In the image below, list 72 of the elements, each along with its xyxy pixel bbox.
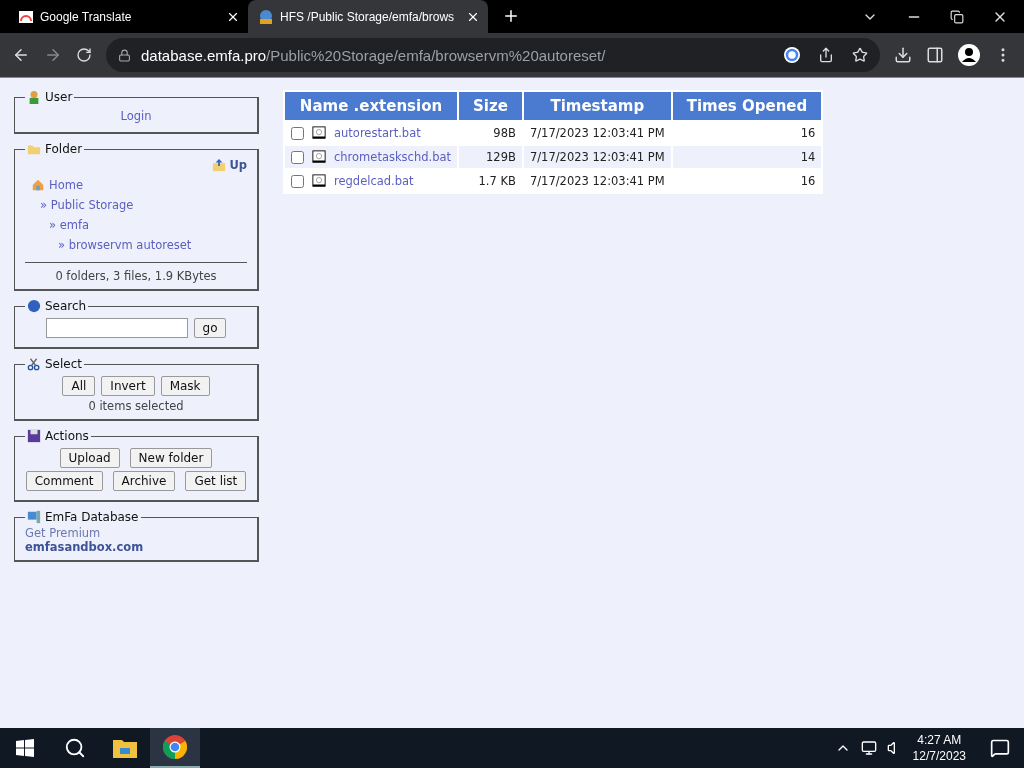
search-field[interactable] bbox=[45, 318, 188, 338]
panel-title: Search bbox=[45, 299, 87, 313]
person-icon bbox=[27, 90, 41, 104]
action-button[interactable]: Comment bbox=[25, 471, 103, 491]
share-icon[interactable] bbox=[818, 47, 834, 63]
panel-title: EmFa Database bbox=[45, 510, 139, 524]
address-field[interactable]: database.emfa.pro/Public%20Storage/emfa/browservm%20autoreset/ bbox=[106, 38, 880, 72]
chrome-icon bbox=[163, 735, 187, 759]
clock[interactable]: 4:27 AM 12/7/2023 bbox=[912, 732, 966, 764]
folder-summary: 0 folders, 3 files, 1.9 KBytes bbox=[54, 269, 218, 283]
file-icon bbox=[312, 174, 326, 188]
select-button[interactable]: Mask bbox=[160, 376, 210, 396]
url-text: database.emfa.pro/Public%20Storage/emfa/browservm%20autoreset/ bbox=[141, 46, 606, 64]
panel-title: Actions bbox=[45, 429, 89, 443]
select-button[interactable]: Invert bbox=[101, 376, 155, 396]
profile-icon[interactable] bbox=[958, 44, 980, 66]
table-cell: 129B bbox=[459, 146, 522, 168]
restore-icon[interactable] bbox=[950, 9, 964, 24]
action-button[interactable]: Get list bbox=[185, 471, 247, 491]
panel-title: User bbox=[45, 90, 73, 104]
breadcrumb-link[interactable]: Home bbox=[49, 178, 83, 192]
network-icon[interactable] bbox=[860, 740, 877, 756]
action-button[interactable]: New folder bbox=[129, 448, 213, 468]
go-button[interactable]: go bbox=[193, 318, 227, 338]
file-link[interactable]: autorestart.bat bbox=[334, 126, 421, 140]
file-icon bbox=[312, 150, 326, 164]
selection-count: 0 items selected bbox=[87, 399, 185, 413]
windows-icon bbox=[16, 739, 34, 757]
tab-title: HFS /Public Storage/emfa/brows bbox=[280, 9, 456, 24]
file-link[interactable]: regdelcad.bat bbox=[334, 174, 414, 188]
download-icon[interactable] bbox=[894, 46, 912, 64]
back-icon[interactable] bbox=[12, 46, 30, 64]
action-button[interactable]: Upload bbox=[59, 448, 120, 468]
row-checkbox[interactable] bbox=[291, 126, 304, 140]
forward-icon[interactable] bbox=[44, 46, 62, 64]
row-checkbox[interactable] bbox=[291, 150, 304, 164]
search-icon bbox=[64, 737, 86, 759]
table-cell: 14 bbox=[672, 146, 822, 168]
panel-title: Select bbox=[45, 357, 83, 371]
column-header: Timestamp bbox=[523, 92, 671, 120]
login-link[interactable]: Login bbox=[120, 109, 152, 123]
panel-title: Folder bbox=[45, 142, 83, 156]
action-button[interactable]: Archive bbox=[112, 471, 176, 491]
bookmark-star-icon[interactable] bbox=[852, 47, 868, 63]
breadcrumb-link[interactable]: » emfa bbox=[49, 218, 90, 232]
file-icon bbox=[312, 126, 326, 140]
select-button[interactable]: All bbox=[62, 376, 96, 396]
column-header: Size bbox=[459, 92, 522, 120]
site-link[interactable]: emfasandbox.com bbox=[25, 540, 247, 554]
folder-icon bbox=[113, 738, 137, 758]
up-link[interactable]: Up bbox=[229, 158, 247, 172]
chrome-button[interactable] bbox=[150, 728, 200, 768]
lock-icon bbox=[118, 48, 131, 62]
file-link[interactable]: chrometaskschd.bat bbox=[334, 150, 452, 164]
column-header: Times Opened bbox=[672, 92, 822, 120]
premium-link[interactable]: Get Premium bbox=[25, 526, 247, 540]
folder-up-icon bbox=[212, 158, 227, 172]
browser-tab[interactable]: Google Translate bbox=[8, 0, 248, 33]
table-cell: 7/17/2023 12:03:41 PM bbox=[523, 146, 671, 168]
side-panel-icon[interactable] bbox=[926, 46, 944, 64]
rainbow-icon bbox=[18, 8, 34, 25]
breadcrumb-link[interactable]: » Public Storage bbox=[40, 198, 134, 212]
house-icon bbox=[31, 178, 45, 192]
browser-tab[interactable]: HFS /Public Storage/emfa/brows bbox=[248, 0, 488, 33]
row-checkbox[interactable] bbox=[291, 174, 304, 188]
column-header: Name .extension bbox=[285, 92, 458, 120]
notifications-icon[interactable] bbox=[990, 738, 1010, 758]
scissors-icon bbox=[27, 357, 41, 371]
breadcrumb-link[interactable]: » browservm autoreset bbox=[58, 238, 192, 252]
new-tab-icon[interactable] bbox=[502, 7, 520, 25]
tab-title: Google Translate bbox=[40, 9, 133, 24]
reload-icon[interactable] bbox=[76, 47, 92, 63]
